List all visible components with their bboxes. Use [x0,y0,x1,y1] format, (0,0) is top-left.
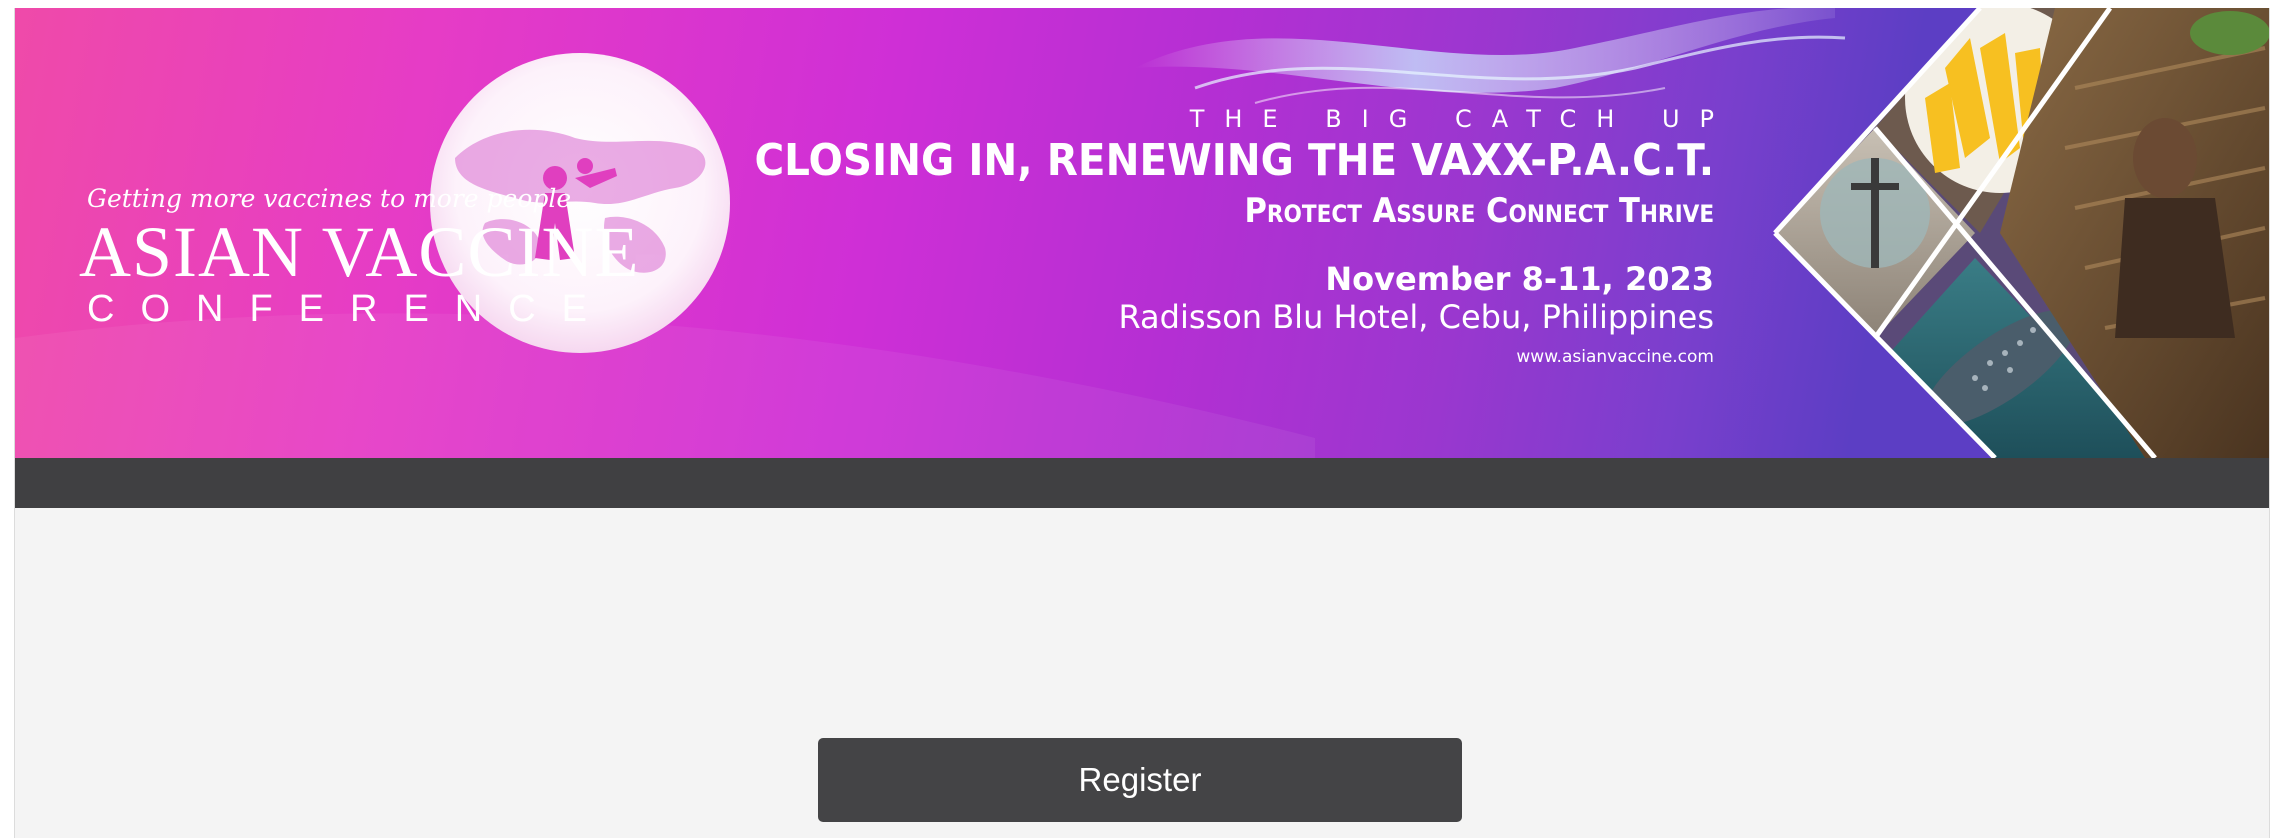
nav-bar [15,458,2269,508]
logo-tagline: Getting more vaccines to more people [87,184,572,213]
event-website: www.asianvaccine.com [1516,347,1714,367]
event-headline: CLOSING IN, RENEWING THE VAXX-P.A.C.T. [754,135,1714,186]
event-venue: Radisson Blu Hotel, Cebu, Philippines [1118,298,1715,336]
event-kicker: THE BIG CATCH UP [1189,105,1734,133]
conference-banner: Getting more vaccines to more people ASI… [15,8,2269,458]
page: Getting more vaccines to more people ASI… [14,8,2270,838]
event-date: November 8-11, 2023 [1325,260,1714,298]
event-pillars: Protect Assure Connect Thrive [1244,191,1714,231]
logo-subtitle: CONFERENCE [87,288,614,330]
register-button[interactable]: Register [818,738,1462,822]
event-info: THE BIG CATCH UP CLOSING IN, RENEWING TH… [671,104,1714,368]
logo-name: ASIAN VACCINE [79,212,640,292]
